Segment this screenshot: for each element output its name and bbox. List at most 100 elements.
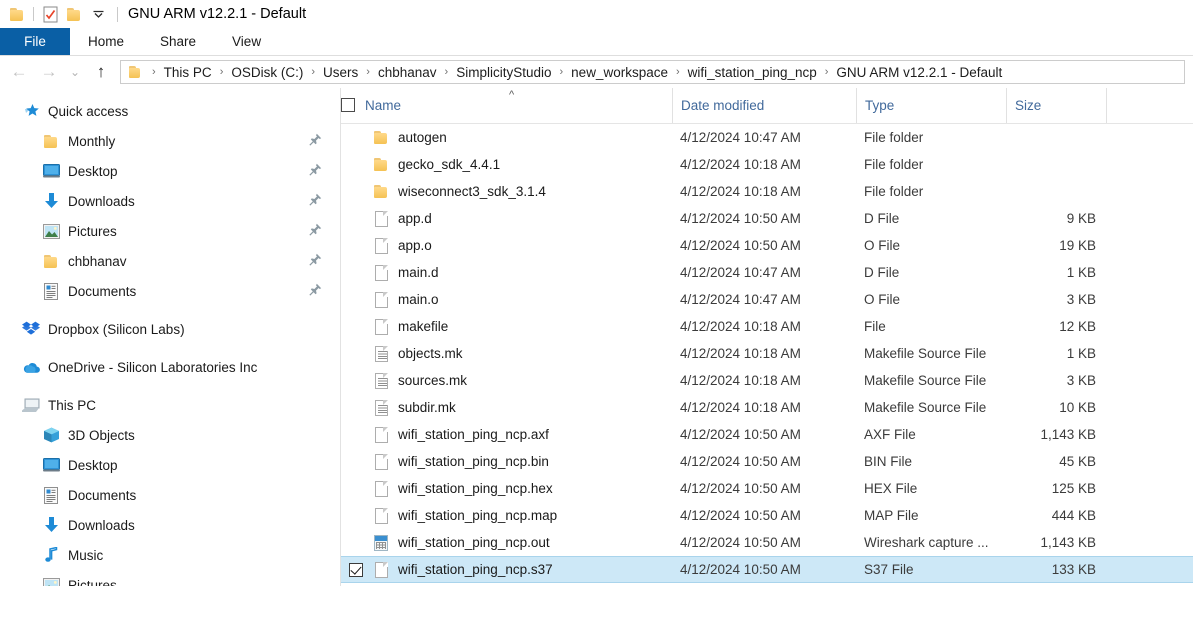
row-checkbox[interactable]	[349, 536, 363, 550]
breadcrumb-item-osdisk[interactable]: OSDisk (C:)	[229, 65, 305, 80]
up-button[interactable]: ↑	[86, 58, 116, 86]
row-checkbox[interactable]	[349, 212, 363, 226]
table-row[interactable]: autogen4/12/2024 10:47 AMFile folder	[341, 124, 1193, 151]
tab-file[interactable]: File	[0, 28, 70, 55]
quick-access-toolbar	[6, 3, 109, 25]
sidebar-item-pictures[interactable]: Pictures	[0, 570, 340, 586]
tab-view[interactable]: View	[214, 28, 279, 55]
table-row[interactable]: sources.mk4/12/2024 10:18 AMMakefile Sou…	[341, 367, 1193, 394]
breadcrumb-item-chbhanav[interactable]: chbhanav	[376, 65, 439, 80]
forward-button[interactable]: →	[34, 58, 64, 86]
table-row[interactable]: wifi_station_ping_ncp.out4/12/2024 10:50…	[341, 529, 1193, 556]
sidebar-item-dropbox-silicon-labs[interactable]: Dropbox (Silicon Labs)	[0, 314, 340, 344]
sidebar-item-this-pc[interactable]: This PC	[0, 390, 340, 420]
sidebar-item-desktop[interactable]: Desktop	[0, 450, 340, 480]
pin-icon[interactable]	[309, 253, 322, 269]
text-file-icon	[373, 399, 389, 416]
sidebar-item-label: Music	[68, 548, 328, 563]
breadcrumb-item-simplicitystudio[interactable]: SimplicityStudio	[454, 65, 553, 80]
table-row[interactable]: app.d4/12/2024 10:50 AMD File9 KB	[341, 205, 1193, 232]
recent-locations-button[interactable]: ⌄	[64, 58, 86, 86]
row-checkbox[interactable]	[349, 158, 363, 172]
column-header-type[interactable]: Type	[856, 88, 1006, 123]
row-checkbox[interactable]	[349, 374, 363, 388]
pin-icon[interactable]	[309, 223, 322, 239]
breadcrumb-item-this-pc[interactable]: This PC	[162, 65, 214, 80]
sidebar-item-music[interactable]: Music	[0, 540, 340, 570]
row-checkbox[interactable]	[349, 266, 363, 280]
column-header-date-modified[interactable]: Date modified	[672, 88, 856, 123]
date-modified-cell: 4/12/2024 10:18 AM	[672, 157, 856, 172]
sidebar-item-monthly[interactable]: Monthly	[0, 126, 340, 156]
type-cell: File	[856, 319, 1006, 334]
table-row[interactable]: subdir.mk4/12/2024 10:18 AMMakefile Sour…	[341, 394, 1193, 421]
table-row[interactable]: wifi_station_ping_ncp.hex4/12/2024 10:50…	[341, 475, 1193, 502]
back-button[interactable]: ←	[4, 58, 34, 86]
row-checkbox[interactable]	[349, 293, 363, 307]
table-row[interactable]: makefile4/12/2024 10:18 AMFile12 KB	[341, 313, 1193, 340]
file-name-label: wifi_station_ping_ncp.bin	[398, 454, 549, 469]
row-checkbox[interactable]	[349, 482, 363, 496]
sidebar-item-label: Documents	[68, 284, 309, 299]
row-checkbox[interactable]	[349, 239, 363, 253]
row-checkbox[interactable]	[349, 455, 363, 469]
column-header-name[interactable]: Name	[341, 88, 672, 123]
pin-icon[interactable]	[309, 193, 322, 209]
address-input[interactable]: › This PC › OSDisk (C:) › Users › chbhan…	[120, 60, 1185, 84]
row-checkbox[interactable]	[349, 563, 363, 577]
size-cell: 1 KB	[1006, 346, 1106, 361]
pin-icon[interactable]	[309, 133, 322, 149]
new-folder-icon[interactable]	[63, 3, 85, 25]
table-row[interactable]: wifi_station_ping_ncp.map4/12/2024 10:50…	[341, 502, 1193, 529]
file-name-label: subdir.mk	[398, 400, 456, 415]
file-name-cell: wifi_station_ping_ncp.axf	[341, 426, 672, 443]
row-checkbox[interactable]	[349, 401, 363, 415]
table-row[interactable]: wiseconnect3_sdk_3.1.44/12/2024 10:18 AM…	[341, 178, 1193, 205]
breadcrumb-item-new-workspace[interactable]: new_workspace	[569, 65, 670, 80]
download-icon	[42, 192, 60, 210]
file-name-label: main.o	[398, 292, 439, 307]
properties-icon[interactable]	[39, 3, 61, 25]
breadcrumb-separator: ›	[554, 66, 570, 78]
table-row[interactable]: objects.mk4/12/2024 10:18 AMMakefile Sou…	[341, 340, 1193, 367]
date-modified-cell: 4/12/2024 10:47 AM	[672, 292, 856, 307]
row-checkbox[interactable]	[349, 320, 363, 334]
sidebar-item-3d-objects[interactable]: 3D Objects	[0, 420, 340, 450]
table-row[interactable]: wifi_station_ping_ncp.s374/12/2024 10:50…	[341, 556, 1193, 583]
sidebar-item-downloads[interactable]: Downloads	[0, 186, 340, 216]
table-row[interactable]: wifi_station_ping_ncp.bin4/12/2024 10:50…	[341, 448, 1193, 475]
sidebar-item-desktop[interactable]: Desktop	[0, 156, 340, 186]
breadcrumb-separator: ›	[819, 66, 835, 78]
sidebar-item-pictures[interactable]: Pictures	[0, 216, 340, 246]
tab-share[interactable]: Share	[142, 28, 214, 55]
chevron-down-icon[interactable]	[87, 3, 109, 25]
table-row[interactable]: wifi_station_ping_ncp.axf4/12/2024 10:50…	[341, 421, 1193, 448]
row-checkbox[interactable]	[349, 185, 363, 199]
column-header-size[interactable]: Size	[1006, 88, 1106, 123]
breadcrumb-item-wifi-station-ping-ncp[interactable]: wifi_station_ping_ncp	[686, 65, 819, 80]
sidebar-item-documents[interactable]: Documents	[0, 480, 340, 510]
row-checkbox[interactable]	[349, 428, 363, 442]
sidebar-item-quick-access[interactable]: Quick access	[0, 96, 340, 126]
sidebar-item-onedrive-silicon-laboratories-inc[interactable]: OneDrive - Silicon Laboratories Inc	[0, 352, 340, 382]
table-row[interactable]: main.o4/12/2024 10:47 AMO File3 KB	[341, 286, 1193, 313]
pin-icon[interactable]	[309, 283, 322, 299]
folder-icon	[373, 183, 389, 200]
sidebar-item-downloads[interactable]: Downloads	[0, 510, 340, 540]
table-row[interactable]: main.d4/12/2024 10:47 AMD File1 KB	[341, 259, 1193, 286]
select-all-checkbox[interactable]	[341, 98, 355, 112]
row-checkbox[interactable]	[349, 347, 363, 361]
breadcrumb-item-users[interactable]: Users	[321, 65, 360, 80]
sidebar-item-documents[interactable]: Documents	[0, 276, 340, 306]
table-row[interactable]: gecko_sdk_4.4.14/12/2024 10:18 AMFile fo…	[341, 151, 1193, 178]
breadcrumb-item-gnu-arm[interactable]: GNU ARM v12.2.1 - Default	[834, 65, 1004, 80]
folder-icon[interactable]	[6, 3, 28, 25]
size-cell: 1,143 KB	[1006, 427, 1106, 442]
sidebar-item-chbhanav[interactable]: chbhanav	[0, 246, 340, 276]
row-checkbox[interactable]	[349, 509, 363, 523]
file-name-label: objects.mk	[398, 346, 463, 361]
row-checkbox[interactable]	[349, 131, 363, 145]
table-row[interactable]: app.o4/12/2024 10:50 AMO File19 KB	[341, 232, 1193, 259]
tab-home[interactable]: Home	[70, 28, 142, 55]
pin-icon[interactable]	[309, 163, 322, 179]
